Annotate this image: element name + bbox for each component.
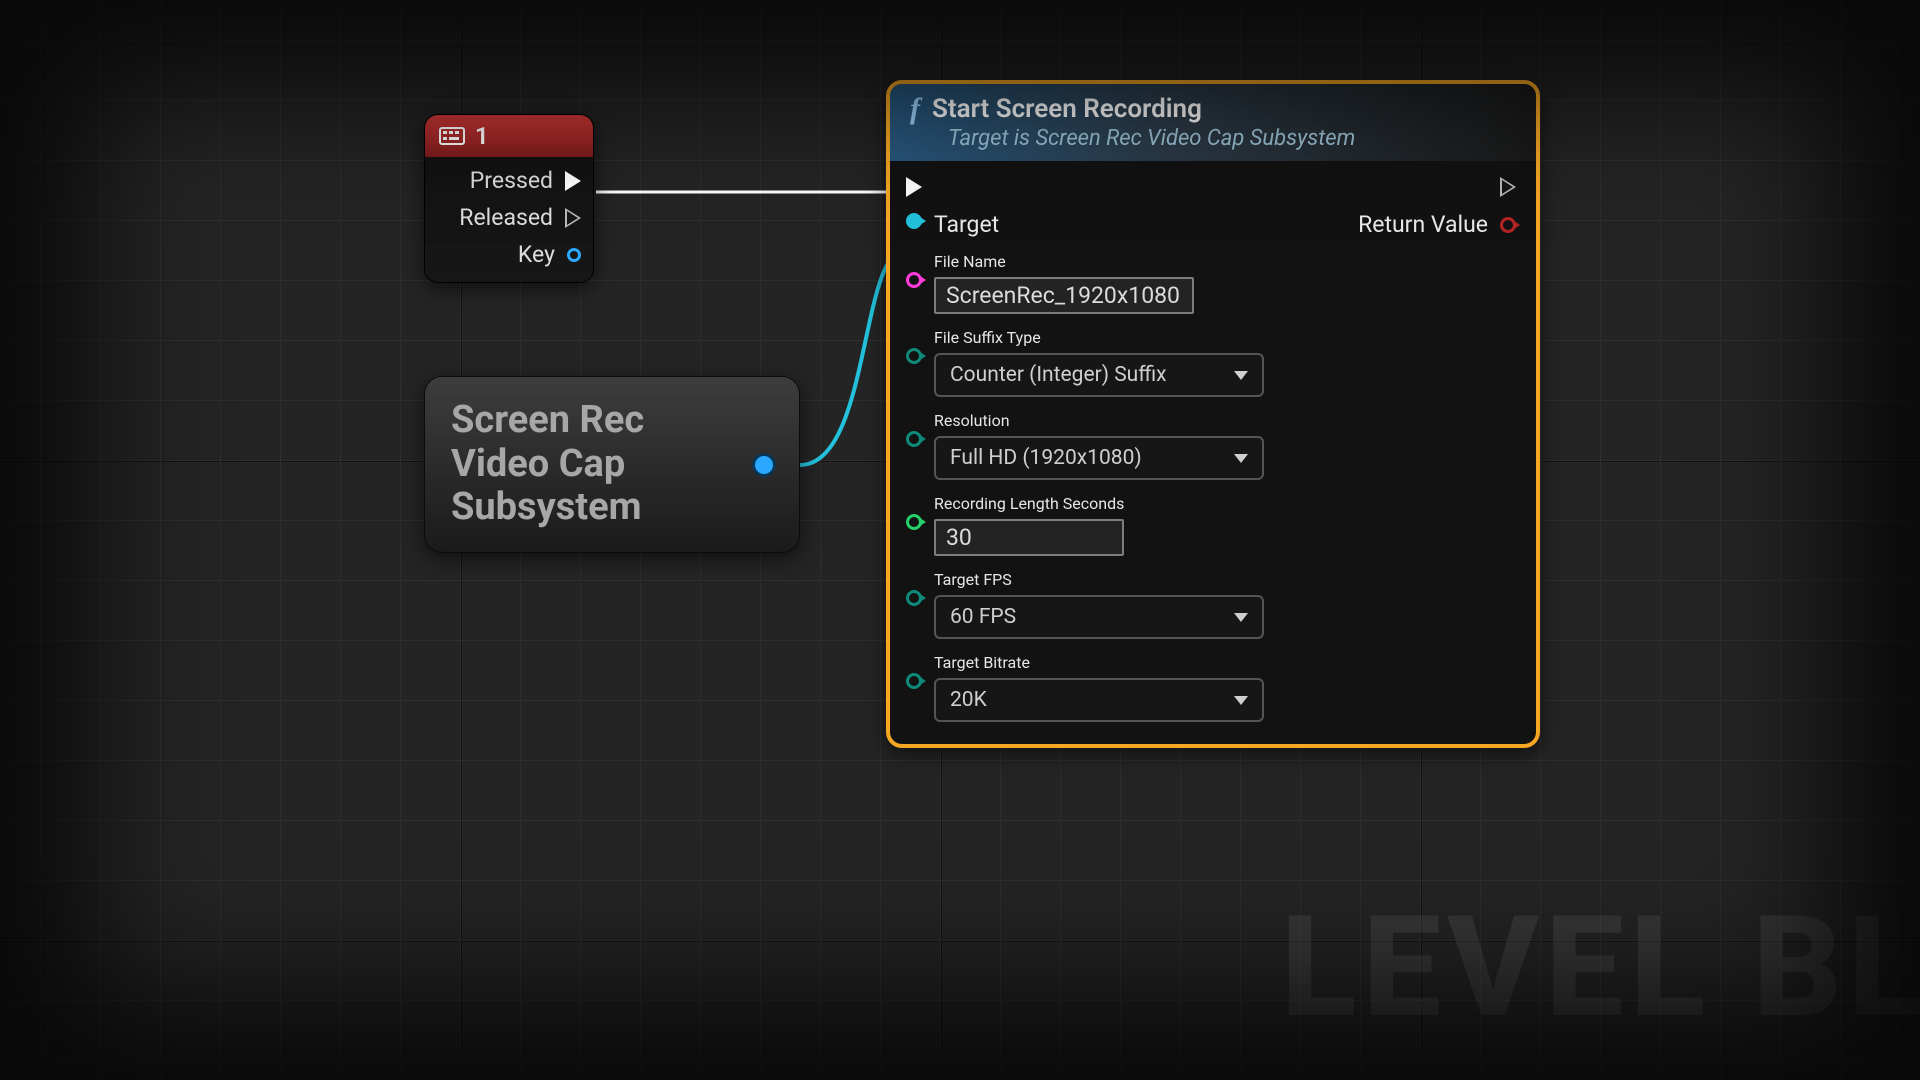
- target-bitrate-select[interactable]: 20K: [934, 678, 1264, 722]
- keyboard-icon: [439, 127, 465, 145]
- file-suffix-type-value: Counter (Integer) Suffix: [950, 363, 1167, 387]
- param-target-bitrate: Target Bitrate 20K: [906, 653, 1292, 722]
- target-fps-label: Target FPS: [934, 570, 1264, 589]
- file-name-label: File Name: [934, 252, 1194, 271]
- file-suffix-type-label: File Suffix Type: [934, 328, 1264, 347]
- param-file-suffix-type: File Suffix Type Counter (Integer) Suffi…: [906, 328, 1292, 397]
- exec-in-pin[interactable]: [906, 177, 922, 197]
- key-output-pin[interactable]: [567, 248, 581, 262]
- input-event-title: 1: [425, 115, 593, 157]
- target-bitrate-pin[interactable]: [906, 673, 922, 689]
- exec-pin-released[interactable]: [565, 208, 581, 228]
- exec-pin-pressed[interactable]: [565, 171, 581, 191]
- resolution-value: Full HD (1920x1080): [950, 446, 1142, 470]
- return-value-row: Return Value: [1358, 211, 1516, 238]
- chevron-down-icon: [1234, 371, 1248, 380]
- exec-pin-pressed-row: Pressed: [425, 157, 593, 194]
- recording-length-input[interactable]: 30: [934, 519, 1124, 556]
- param-target-fps: Target FPS 60 FPS: [906, 570, 1292, 639]
- target-bitrate-label: Target Bitrate: [934, 653, 1264, 672]
- subsystem-label: Screen Rec Video Cap Subsystem: [451, 399, 644, 530]
- function-icon: f: [910, 92, 920, 126]
- released-label: Released: [459, 204, 553, 231]
- target-pin[interactable]: [906, 213, 922, 229]
- target-fps-value: 60 FPS: [950, 605, 1016, 629]
- target-label: Target: [934, 211, 999, 238]
- pressed-label: Pressed: [470, 167, 553, 194]
- start-screen-recording-node[interactable]: f Start Screen Recording Target is Scree…: [886, 80, 1540, 748]
- subsystem-label-line2: Video Cap: [451, 442, 625, 486]
- key-output-row: Key: [425, 231, 593, 268]
- recording-length-label: Recording Length Seconds: [934, 494, 1124, 513]
- key-label: Key: [518, 241, 555, 268]
- exec-pin-released-row: Released: [425, 194, 593, 231]
- param-resolution: Resolution Full HD (1920x1080): [906, 411, 1292, 480]
- subsystem-label-line1: Screen Rec: [451, 398, 644, 442]
- chevron-down-icon: [1234, 454, 1248, 463]
- target-bitrate-value: 20K: [950, 688, 987, 712]
- resolution-select[interactable]: Full HD (1920x1080): [934, 436, 1264, 480]
- input-event-key-number: 1: [475, 122, 489, 150]
- param-target: Target: [906, 211, 1292, 238]
- subsystem-getter-node[interactable]: Screen Rec Video Cap Subsystem: [424, 376, 800, 553]
- input-event-node-1[interactable]: 1 Pressed Released Key: [424, 114, 594, 283]
- subsystem-output-pin[interactable]: [755, 456, 773, 474]
- fn-header: f Start Screen Recording Target is Scree…: [890, 84, 1536, 161]
- recording-length-pin[interactable]: [906, 514, 922, 530]
- file-suffix-type-select[interactable]: Counter (Integer) Suffix: [934, 353, 1264, 397]
- exec-out-pin[interactable]: [1500, 177, 1516, 197]
- return-value-pin[interactable]: [1500, 217, 1516, 233]
- param-file-name: File Name ScreenRec_1920x1080: [906, 252, 1292, 314]
- fn-subtitle: Target is Screen Rec Video Cap Subsystem: [910, 126, 1516, 151]
- file-name-input[interactable]: ScreenRec_1920x1080: [934, 277, 1194, 314]
- chevron-down-icon: [1234, 613, 1248, 622]
- resolution-pin[interactable]: [906, 431, 922, 447]
- target-fps-pin[interactable]: [906, 590, 922, 606]
- file-suffix-type-pin[interactable]: [906, 348, 922, 364]
- chevron-down-icon: [1234, 696, 1248, 705]
- exec-out-row: [1500, 177, 1516, 197]
- param-recording-length: Recording Length Seconds 30: [906, 494, 1292, 556]
- file-name-pin[interactable]: [906, 272, 922, 288]
- exec-in-row: [906, 177, 1292, 197]
- target-fps-select[interactable]: 60 FPS: [934, 595, 1264, 639]
- fn-title: Start Screen Recording: [932, 94, 1202, 124]
- subsystem-label-line3: Subsystem: [451, 485, 642, 529]
- return-value-label: Return Value: [1358, 211, 1488, 238]
- resolution-label: Resolution: [934, 411, 1264, 430]
